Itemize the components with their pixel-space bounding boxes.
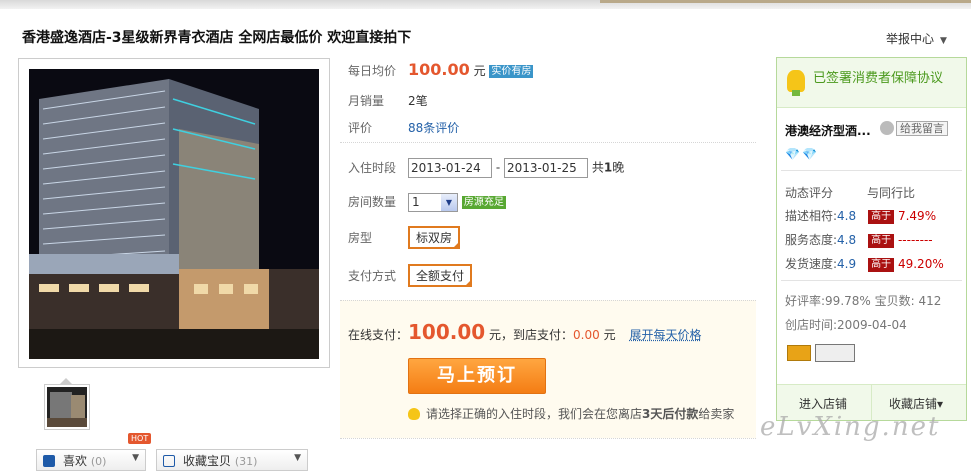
checkin-date-input[interactable]: 2013-01-24 — [408, 158, 492, 178]
store-price: 0.00 — [573, 328, 600, 342]
payment-tip: 请选择正确的入住时段，我们会在您离店3天后付款给卖家 — [408, 405, 734, 422]
enter-shop-button[interactable]: 进入店铺 — [799, 395, 847, 412]
heart-icon — [43, 455, 55, 467]
chevron-down-icon: ▼ — [132, 453, 139, 463]
online-price: 100.00 — [408, 320, 486, 344]
divider — [340, 300, 756, 301]
rating-row: 发货速度:4.9 高于 49.20% — [785, 257, 944, 272]
diamond-icon: 💎💎 — [785, 147, 819, 161]
payment-card-icon — [787, 345, 811, 361]
divider — [340, 438, 756, 439]
rating-row: 描述相符:4.8 高于 7.49% — [785, 209, 937, 224]
divider — [340, 142, 756, 143]
shop-name[interactable]: 港澳经济型酒... — [785, 122, 871, 139]
selected-check-icon — [452, 241, 461, 249]
hotel-thumbnail-image — [47, 387, 87, 427]
daily-price: 100.00 — [408, 60, 470, 79]
book-now-button[interactable]: 马上预订 — [408, 358, 546, 394]
rating-row: 服务态度:4.8 高于 -------- — [785, 233, 933, 248]
collect-shop-button[interactable]: 收藏店铺▾ — [889, 395, 943, 412]
chevron-down-icon: ▼ — [294, 453, 301, 463]
certificate-icon — [815, 344, 855, 362]
avatar-icon — [880, 121, 894, 135]
daily-price-row: 每日均价 100.00 元 实价有房 — [348, 60, 534, 79]
lightbulb-icon — [408, 408, 420, 420]
hotel-photo[interactable] — [18, 58, 330, 368]
watermark: eLvXing.net — [760, 412, 941, 442]
online-pay-row: 在线支付：100.00 元，到店支付：0.00 元 展开每天价格 — [348, 320, 702, 344]
page-title: 香港盛逸酒店-3星级新界青衣酒店 全网店最低价 欢迎直接拍下 — [22, 30, 412, 46]
like-button[interactable]: 喜欢 (0) ▼ — [36, 449, 146, 471]
review-link[interactable]: 88条评价 — [408, 121, 459, 135]
good-rate: 好评率:99.78% 宝贝数: 412 — [785, 294, 942, 308]
trophy-icon — [787, 70, 805, 96]
seller-badges — [787, 344, 855, 362]
rating-header: 动态评分 与同行比 — [785, 186, 916, 200]
divider — [781, 170, 962, 171]
payment-row: 支付方式 全额支付 — [348, 264, 473, 287]
thumbnail[interactable] — [44, 384, 90, 430]
availability-badge: 房源充足 — [461, 196, 506, 209]
collect-item-button[interactable]: 收藏宝贝 (31) ▼ — [156, 449, 308, 471]
chevron-down-icon: ▾ — [937, 397, 944, 411]
collect-icon — [163, 455, 175, 467]
payment-option[interactable]: 全额支付 — [408, 264, 473, 287]
seller-panel: 已签署消费者保障协议 港澳经济型酒... 给我留言 💎💎 动态评分 与同行比 描述… — [776, 57, 967, 421]
review-row: 评价 88条评价 — [348, 121, 460, 135]
chevron-down-icon: ▼ — [441, 194, 457, 211]
sales-row: 月销量 2笔 — [348, 94, 428, 108]
checkin-row: 入住时段 2013-01-24 - 2013-01-25 共1晚 — [348, 158, 624, 178]
roomtype-option[interactable]: 标双房 — [408, 226, 461, 249]
real-price-badge: 实价有房 — [489, 65, 534, 78]
report-center-link[interactable]: 举报中心 ▼ — [886, 30, 947, 47]
shop-created: 创店时间:2009-04-04 — [785, 318, 907, 332]
hot-badge: HOT — [128, 433, 152, 444]
room-count-select[interactable]: 1 ▼ — [408, 193, 458, 212]
checkout-date-input[interactable]: 2013-01-25 — [504, 158, 588, 178]
divider — [781, 280, 962, 281]
leave-message-button[interactable]: 给我留言 — [880, 120, 948, 136]
guarantee-banner: 已签署消费者保障协议 — [777, 58, 966, 108]
expand-daily-price-link[interactable]: 展开每天价格 — [629, 328, 701, 342]
selected-check-icon — [464, 279, 473, 287]
top-strip — [0, 0, 971, 9]
rooms-row: 房间数量 1 ▼ 房源充足 — [348, 193, 506, 212]
hotel-building-image — [29, 69, 319, 359]
roomtype-row: 房型 标双房 — [348, 226, 461, 249]
chevron-down-icon: ▼ — [940, 36, 947, 46]
